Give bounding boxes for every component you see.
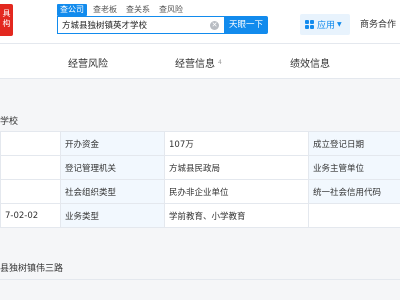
table-row: 社会组织类型 民办非企业单位 统一社会信用代码 xyxy=(0,179,400,204)
search-tab-relation[interactable]: 查关系 xyxy=(123,4,153,16)
field-value: 民办非企业单位 xyxy=(164,179,309,204)
field-label: 业务类型 xyxy=(60,203,165,228)
table-row: 7-02-02 业务类型 学前教育、小学教育 xyxy=(0,203,400,228)
established-date-value: 7-02-02 xyxy=(0,203,61,228)
section-tabs: 经营风险 经营信息 4 绩效信息 xyxy=(0,44,400,79)
search-tab-risk[interactable]: 查风险 xyxy=(156,4,186,16)
app-menu-button[interactable]: 应用 ▼ xyxy=(300,14,350,35)
field-label: 登记管理机关 xyxy=(60,155,165,180)
field-label: 社会组织类型 xyxy=(60,179,165,204)
tab-business-info[interactable]: 经营信息 4 xyxy=(175,55,222,70)
tab-label: 绩效信息 xyxy=(290,59,330,70)
field-label: 业务主管单位 xyxy=(308,155,400,180)
search-button[interactable]: 天眼一下 xyxy=(224,16,268,34)
site-logo[interactable]: 具 构 xyxy=(0,4,13,36)
table-cell xyxy=(308,203,400,228)
field-value: 方城县民政局 xyxy=(164,155,309,180)
table-cell xyxy=(0,179,61,204)
search-input[interactable] xyxy=(62,17,202,33)
table-cell xyxy=(0,131,61,156)
search-tab-boss[interactable]: 查老板 xyxy=(90,4,120,16)
field-value: 学前教育、小学教育 xyxy=(164,203,309,228)
search-type-tabs: 查公司 查老板 查关系 查风险 xyxy=(57,4,189,16)
tab-label: 经营信息 xyxy=(175,59,215,70)
table-row: 开办资金 107万 成立登记日期 xyxy=(0,131,400,156)
table-cell xyxy=(0,155,61,180)
clear-icon[interactable]: ✕ xyxy=(210,21,219,30)
logo-text-bottom: 构 xyxy=(2,19,11,28)
search-box: ✕ xyxy=(57,16,224,34)
company-address: 县独树镇伟三路 xyxy=(0,264,64,274)
grid-icon xyxy=(305,20,314,29)
tab-performance-info[interactable]: 绩效信息 xyxy=(290,55,330,70)
tab-label: 经营风险 xyxy=(68,59,108,70)
field-label: 统一社会信用代码 xyxy=(308,179,400,204)
app-menu-label: 应用 xyxy=(317,21,336,31)
divider xyxy=(0,279,400,280)
company-name: 学校 xyxy=(0,117,19,127)
registration-info-table: 开办资金 107万 成立登记日期 登记管理机关 方城县民政局 业务主管单位 社会… xyxy=(0,131,400,228)
field-label: 开办资金 xyxy=(60,131,165,156)
business-cooperation-link[interactable]: 商务合作 xyxy=(360,17,396,30)
top-header: 具 构 查公司 查老板 查关系 查风险 ✕ 天眼一下 应用 ▼ 商务合作 xyxy=(0,0,400,44)
field-value: 107万 xyxy=(164,131,309,156)
search-tab-company[interactable]: 查公司 xyxy=(57,4,87,16)
tab-count-badge: 4 xyxy=(218,59,222,66)
field-label: 成立登记日期 xyxy=(308,131,400,156)
logo-text-top: 具 xyxy=(2,9,11,18)
caret-down-icon: ▼ xyxy=(337,21,342,28)
table-row: 登记管理机关 方城县民政局 业务主管单位 xyxy=(0,155,400,180)
tab-business-risk[interactable]: 经营风险 xyxy=(68,55,108,70)
